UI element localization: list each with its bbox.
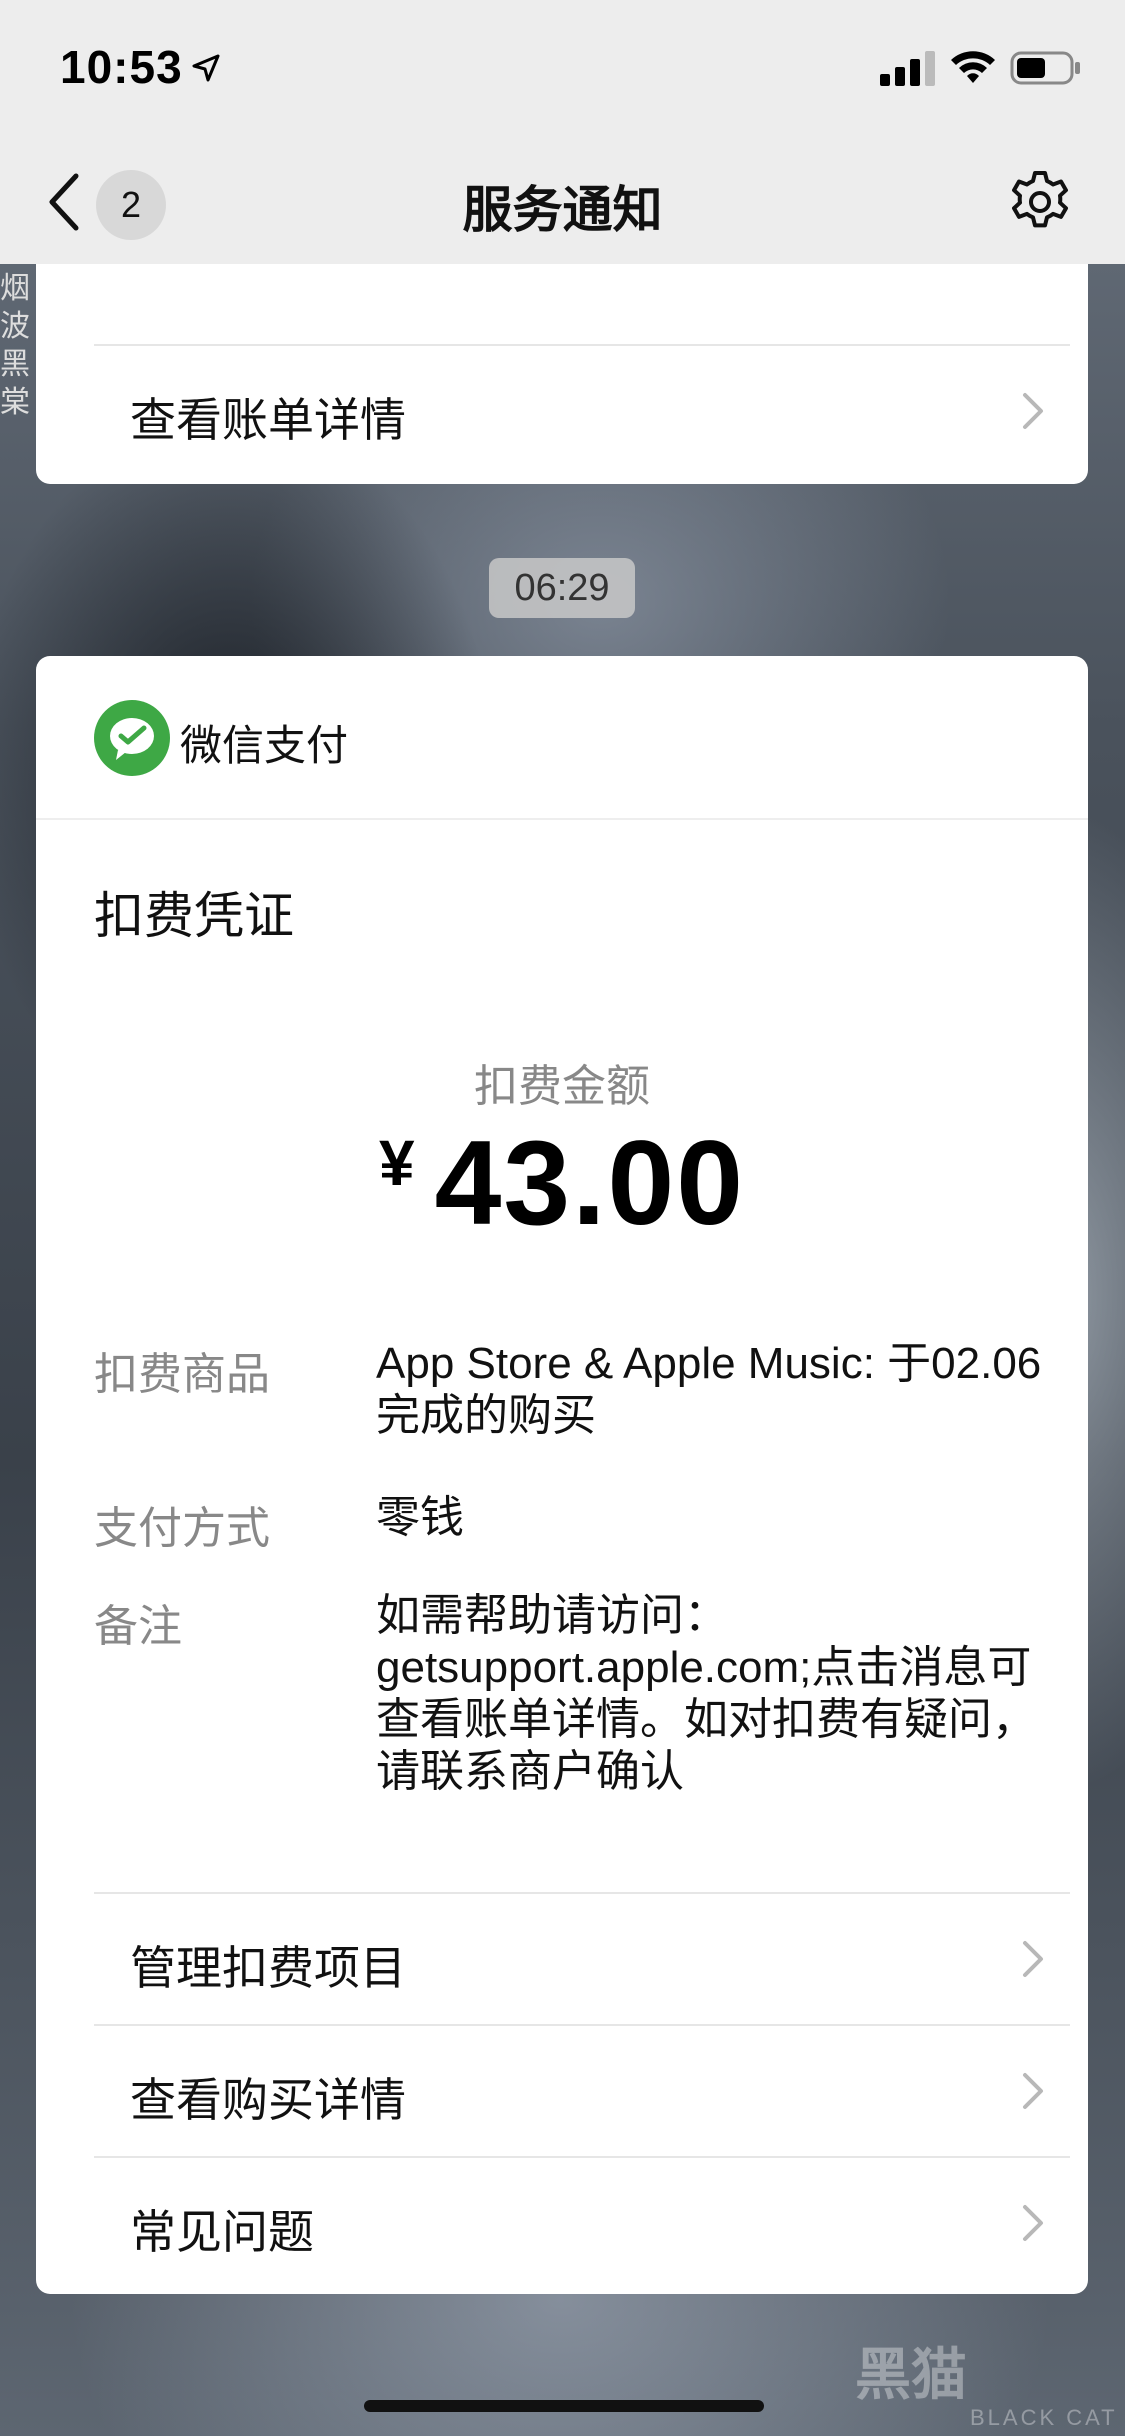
location-arrow-icon [192,54,220,82]
watermark-subtitle: BLACK CAT [970,2405,1118,2430]
home-indicator[interactable] [364,2400,764,2412]
view-purchase-details-link[interactable]: 查看购买详情 [94,2024,1070,2156]
info-row-payment-method: 支付方式 零钱 [94,1492,1054,1553]
info-key: 备注 [94,1602,182,1651]
page-title: 服务通知 [462,182,663,238]
info-key: 支付方式 [94,1504,270,1553]
view-bill-details-link[interactable]: 查看账单详情 [94,344,1070,476]
chevron-right-icon [1023,1941,1043,1977]
navigation-bar: 2 服务通知 [0,140,1125,264]
wechat-pay-icon [94,700,170,776]
link-label: 常见问题 [130,2206,314,2258]
link-label: 管理扣费项目 [130,1942,406,1994]
info-value: 如需帮助请访问：getsupport.apple.com;点击消息可查看账单详情… [376,1591,1036,1796]
info-key: 扣费商品 [94,1350,270,1399]
status-bar: 10:53 [0,0,1125,140]
battery-icon [1010,51,1080,85]
info-value: App Store & Apple Music: 于02.06完成的购买 [376,1339,1042,1440]
info-value: 零钱 [376,1493,464,1542]
wifi-icon [951,51,995,83]
chevron-right-icon [1023,2205,1043,2241]
currency-symbol: ¥ [379,1127,415,1199]
header-divider [36,818,1088,820]
amount-value: 43.00 [434,1116,745,1250]
chevron-right-icon [1023,393,1043,429]
settings-gear-icon[interactable] [1006,168,1074,236]
previous-message-card: 查看账单详情 [36,264,1088,484]
message-timestamp: 06:29 [489,558,635,618]
receipt-title: 扣费凭证 [94,888,294,944]
status-time: 10:53 [60,41,183,93]
info-row-remark: 备注 如需帮助请访问：getsupport.apple.com;点击消息可查看账… [94,1590,1054,1810]
link-label: 查看购买详情 [130,2074,406,2126]
background-side-text: 烟 波 黑 棠 [0,272,30,419]
cellular-signal-icon [880,51,935,86]
amount-label: 扣费金额 [474,1062,650,1111]
info-row-product: 扣费商品 App Store & Apple Music: 于02.06完成的购… [94,1338,1054,1448]
manage-deduction-items-link[interactable]: 管理扣费项目 [94,1892,1070,2024]
watermark-logo: 黑猫 [855,2343,967,2406]
payment-brand-name: 微信支付 [180,722,349,769]
amount-display: ¥43.00 [36,1114,1088,1252]
faq-link[interactable]: 常见问题 [94,2156,1070,2288]
view-bill-details-label: 查看账单详情 [130,394,406,446]
chevron-right-icon [1023,2073,1043,2109]
payment-receipt-card[interactable]: 微信支付 扣费凭证 扣费金额 ¥43.00 扣费商品 App Store & A… [36,656,1088,2294]
